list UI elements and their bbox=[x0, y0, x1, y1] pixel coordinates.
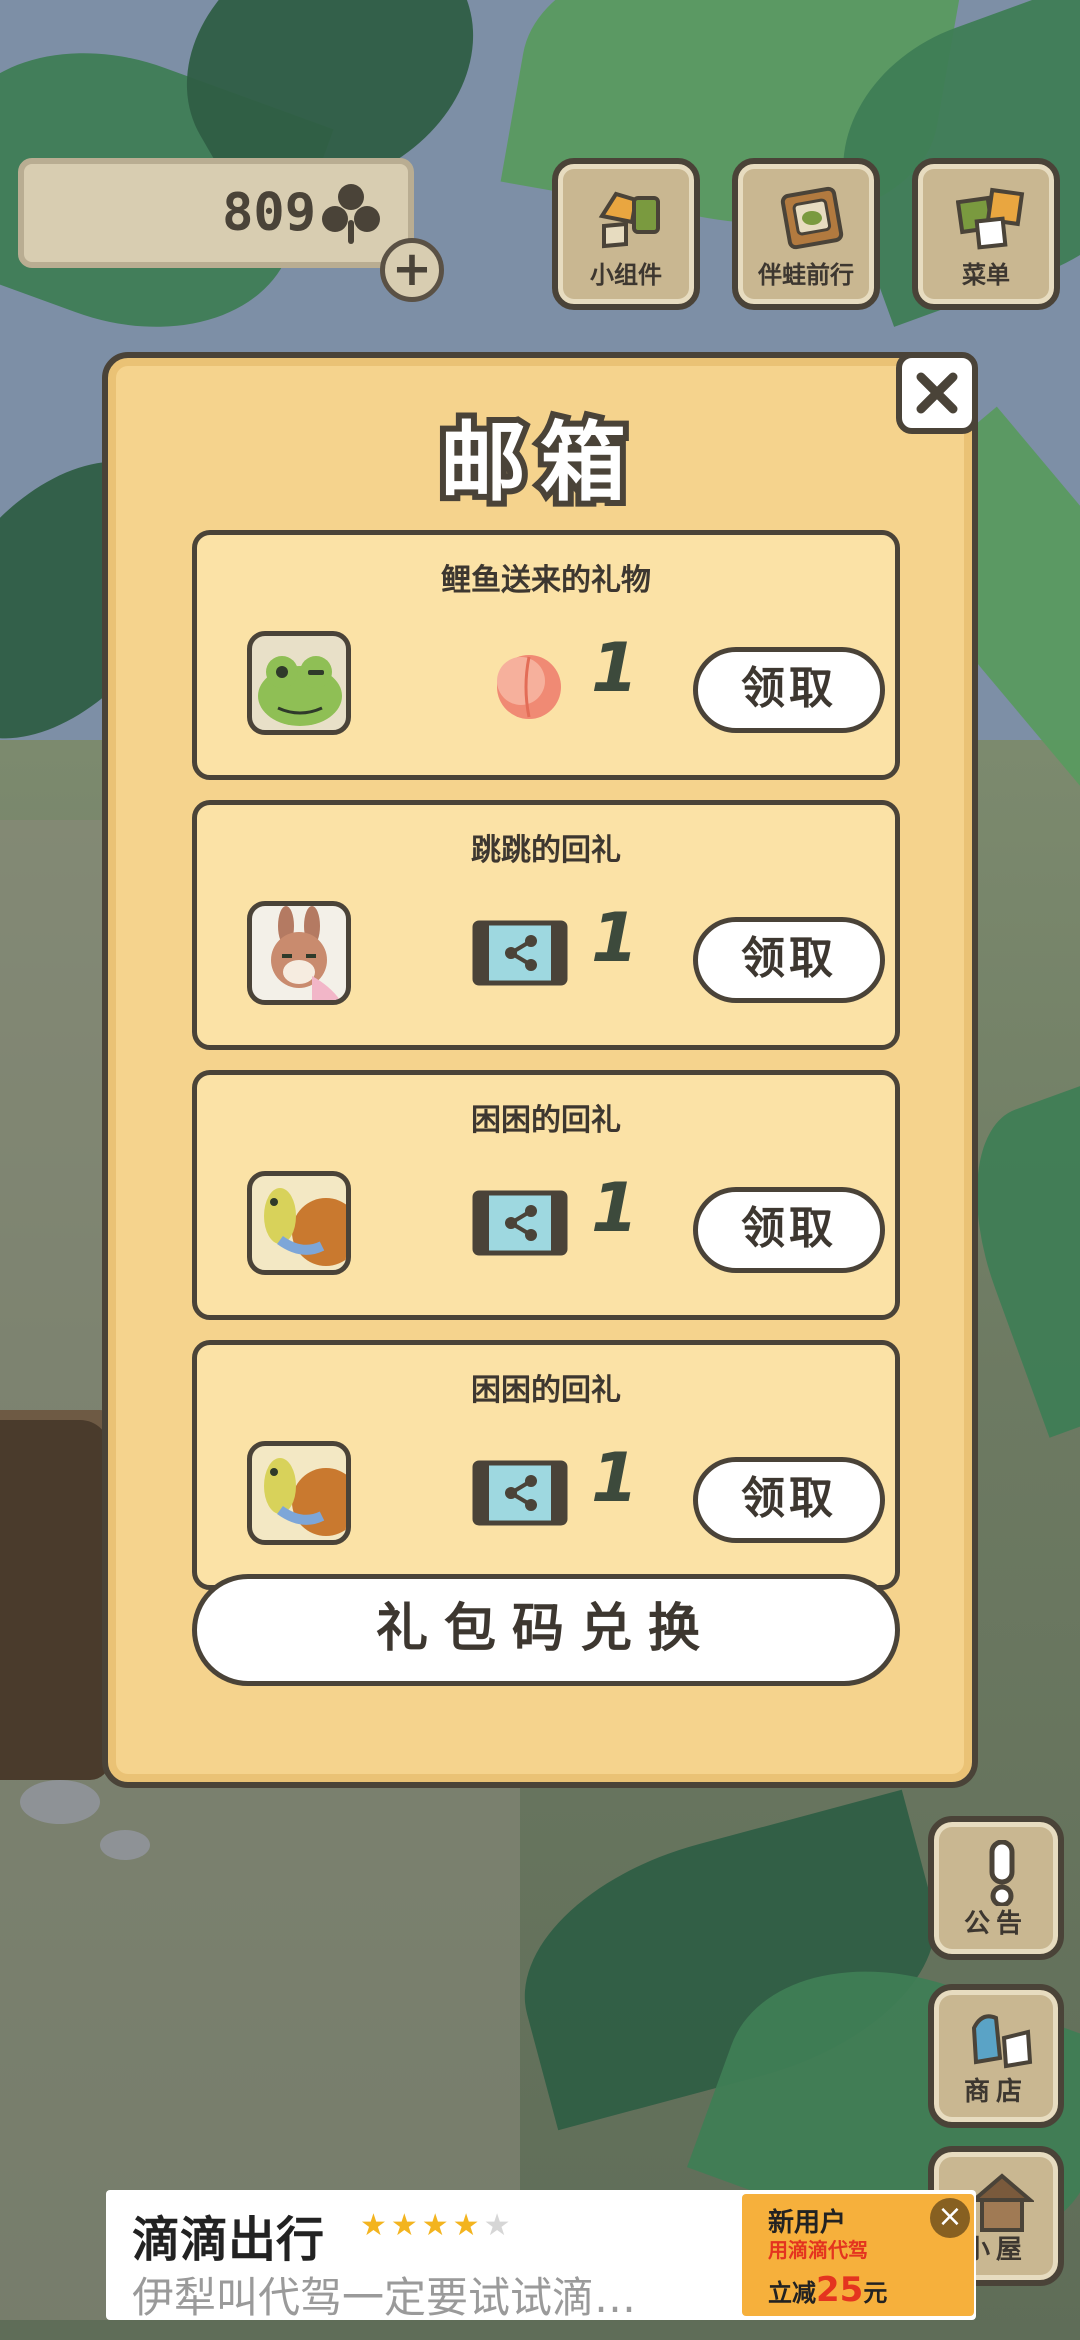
mail-item: 跳跳的回礼 1 领取 bbox=[192, 800, 900, 1050]
claim-button[interactable]: 领取 bbox=[693, 917, 885, 1003]
widget-button[interactable]: 小组件 bbox=[552, 158, 700, 310]
turtle-sender-avatar bbox=[247, 1441, 351, 1545]
close-dialog-button[interactable] bbox=[896, 352, 978, 434]
mail-item-title: 鲤鱼送来的礼物 bbox=[441, 563, 651, 598]
reward-count: 1 bbox=[591, 899, 639, 978]
ad-image-discount: 立减25元 bbox=[768, 2270, 887, 2310]
widget-label: 小组件 bbox=[590, 261, 662, 289]
rabbit-sender-avatar bbox=[247, 901, 351, 1005]
widget-icon bbox=[598, 191, 660, 249]
shop-icon bbox=[971, 2014, 1033, 2069]
turtle-sender-avatar bbox=[247, 1171, 351, 1275]
dialog-title: 邮箱 bbox=[434, 407, 640, 519]
ad-discount-amount: 25 bbox=[816, 2270, 864, 2310]
frog-journey-button[interactable]: 伴蛙前行 bbox=[732, 158, 880, 310]
frog-journey-icon bbox=[780, 186, 844, 250]
ad-description: 伊犁叫代驾一定要试试滴… bbox=[132, 2273, 637, 2322]
clover-counter: 809 bbox=[18, 158, 414, 268]
ad-discount-label: 立减 bbox=[768, 2279, 816, 2307]
frog-journey-label: 伴蛙前行 bbox=[758, 261, 854, 289]
clover-icon bbox=[322, 184, 380, 244]
ad-discount-unit: 元 bbox=[863, 2279, 888, 2307]
claim-button[interactable]: 领取 bbox=[693, 1187, 885, 1273]
peach-icon bbox=[497, 655, 561, 719]
koi-sender-avatar bbox=[247, 631, 351, 735]
mail-item: 困困的回礼 1 领取 bbox=[192, 1070, 900, 1320]
menu-icon bbox=[956, 187, 1025, 250]
ad-banner[interactable]: 滴滴出行 ★★★★★ 伊犁叫代驾一定要试试滴… 新用户 用滴滴代驾 立减25元 … bbox=[106, 2190, 976, 2322]
film-share-icon bbox=[472, 1190, 568, 1256]
mail-item-title: 跳跳的回礼 bbox=[471, 833, 621, 868]
reward-count: 1 bbox=[591, 1439, 639, 1518]
menu-label: 菜单 bbox=[962, 261, 1010, 289]
mail-item-title: 困困的回礼 bbox=[471, 1373, 621, 1408]
notice-label: 公告 bbox=[963, 1909, 1028, 1939]
house-icon bbox=[970, 2173, 1034, 2232]
ad-rating: ★★★★★ bbox=[360, 2208, 515, 2243]
rock bbox=[100, 1830, 150, 1860]
claim-button[interactable]: 领取 bbox=[693, 647, 885, 733]
claim-button[interactable]: 领取 bbox=[693, 1457, 885, 1543]
clover-count: 809 bbox=[222, 183, 316, 243]
close-icon bbox=[916, 372, 958, 414]
ad-image-subline: 用滴滴代驾 bbox=[768, 2238, 868, 2262]
notice-icon bbox=[989, 1840, 1015, 1906]
mail-item: 鲤鱼送来的礼物 1 领取 bbox=[192, 530, 900, 780]
film-share-icon bbox=[472, 920, 568, 986]
menu-button[interactable]: 菜单 bbox=[912, 158, 1060, 310]
reward-count: 1 bbox=[591, 629, 639, 708]
ad-title: 滴滴出行 bbox=[132, 2212, 325, 2268]
shop-button[interactable]: 商店 bbox=[928, 1984, 1064, 2128]
tree-stump bbox=[0, 1420, 110, 1780]
add-clover-button[interactable]: + bbox=[380, 238, 444, 302]
rock bbox=[20, 1780, 100, 1824]
shop-label: 商店 bbox=[963, 2077, 1028, 2107]
ad-close-button[interactable]: × bbox=[930, 2198, 970, 2238]
redeem-gift-code-button[interactable]: 礼包码兑换 bbox=[192, 1574, 900, 1686]
mail-item-title: 困困的回礼 bbox=[471, 1103, 621, 1138]
reward-count: 1 bbox=[591, 1169, 639, 1248]
notice-button[interactable]: 公告 bbox=[928, 1816, 1064, 1960]
film-share-icon bbox=[472, 1460, 568, 1526]
mailbox-dialog: 邮箱 鲤鱼送来的礼物 1 领取 跳跳的回礼 1 领取 困困的回礼 1 领取 困困… bbox=[102, 352, 978, 1788]
mail-item: 困困的回礼 1 领取 bbox=[192, 1340, 900, 1590]
